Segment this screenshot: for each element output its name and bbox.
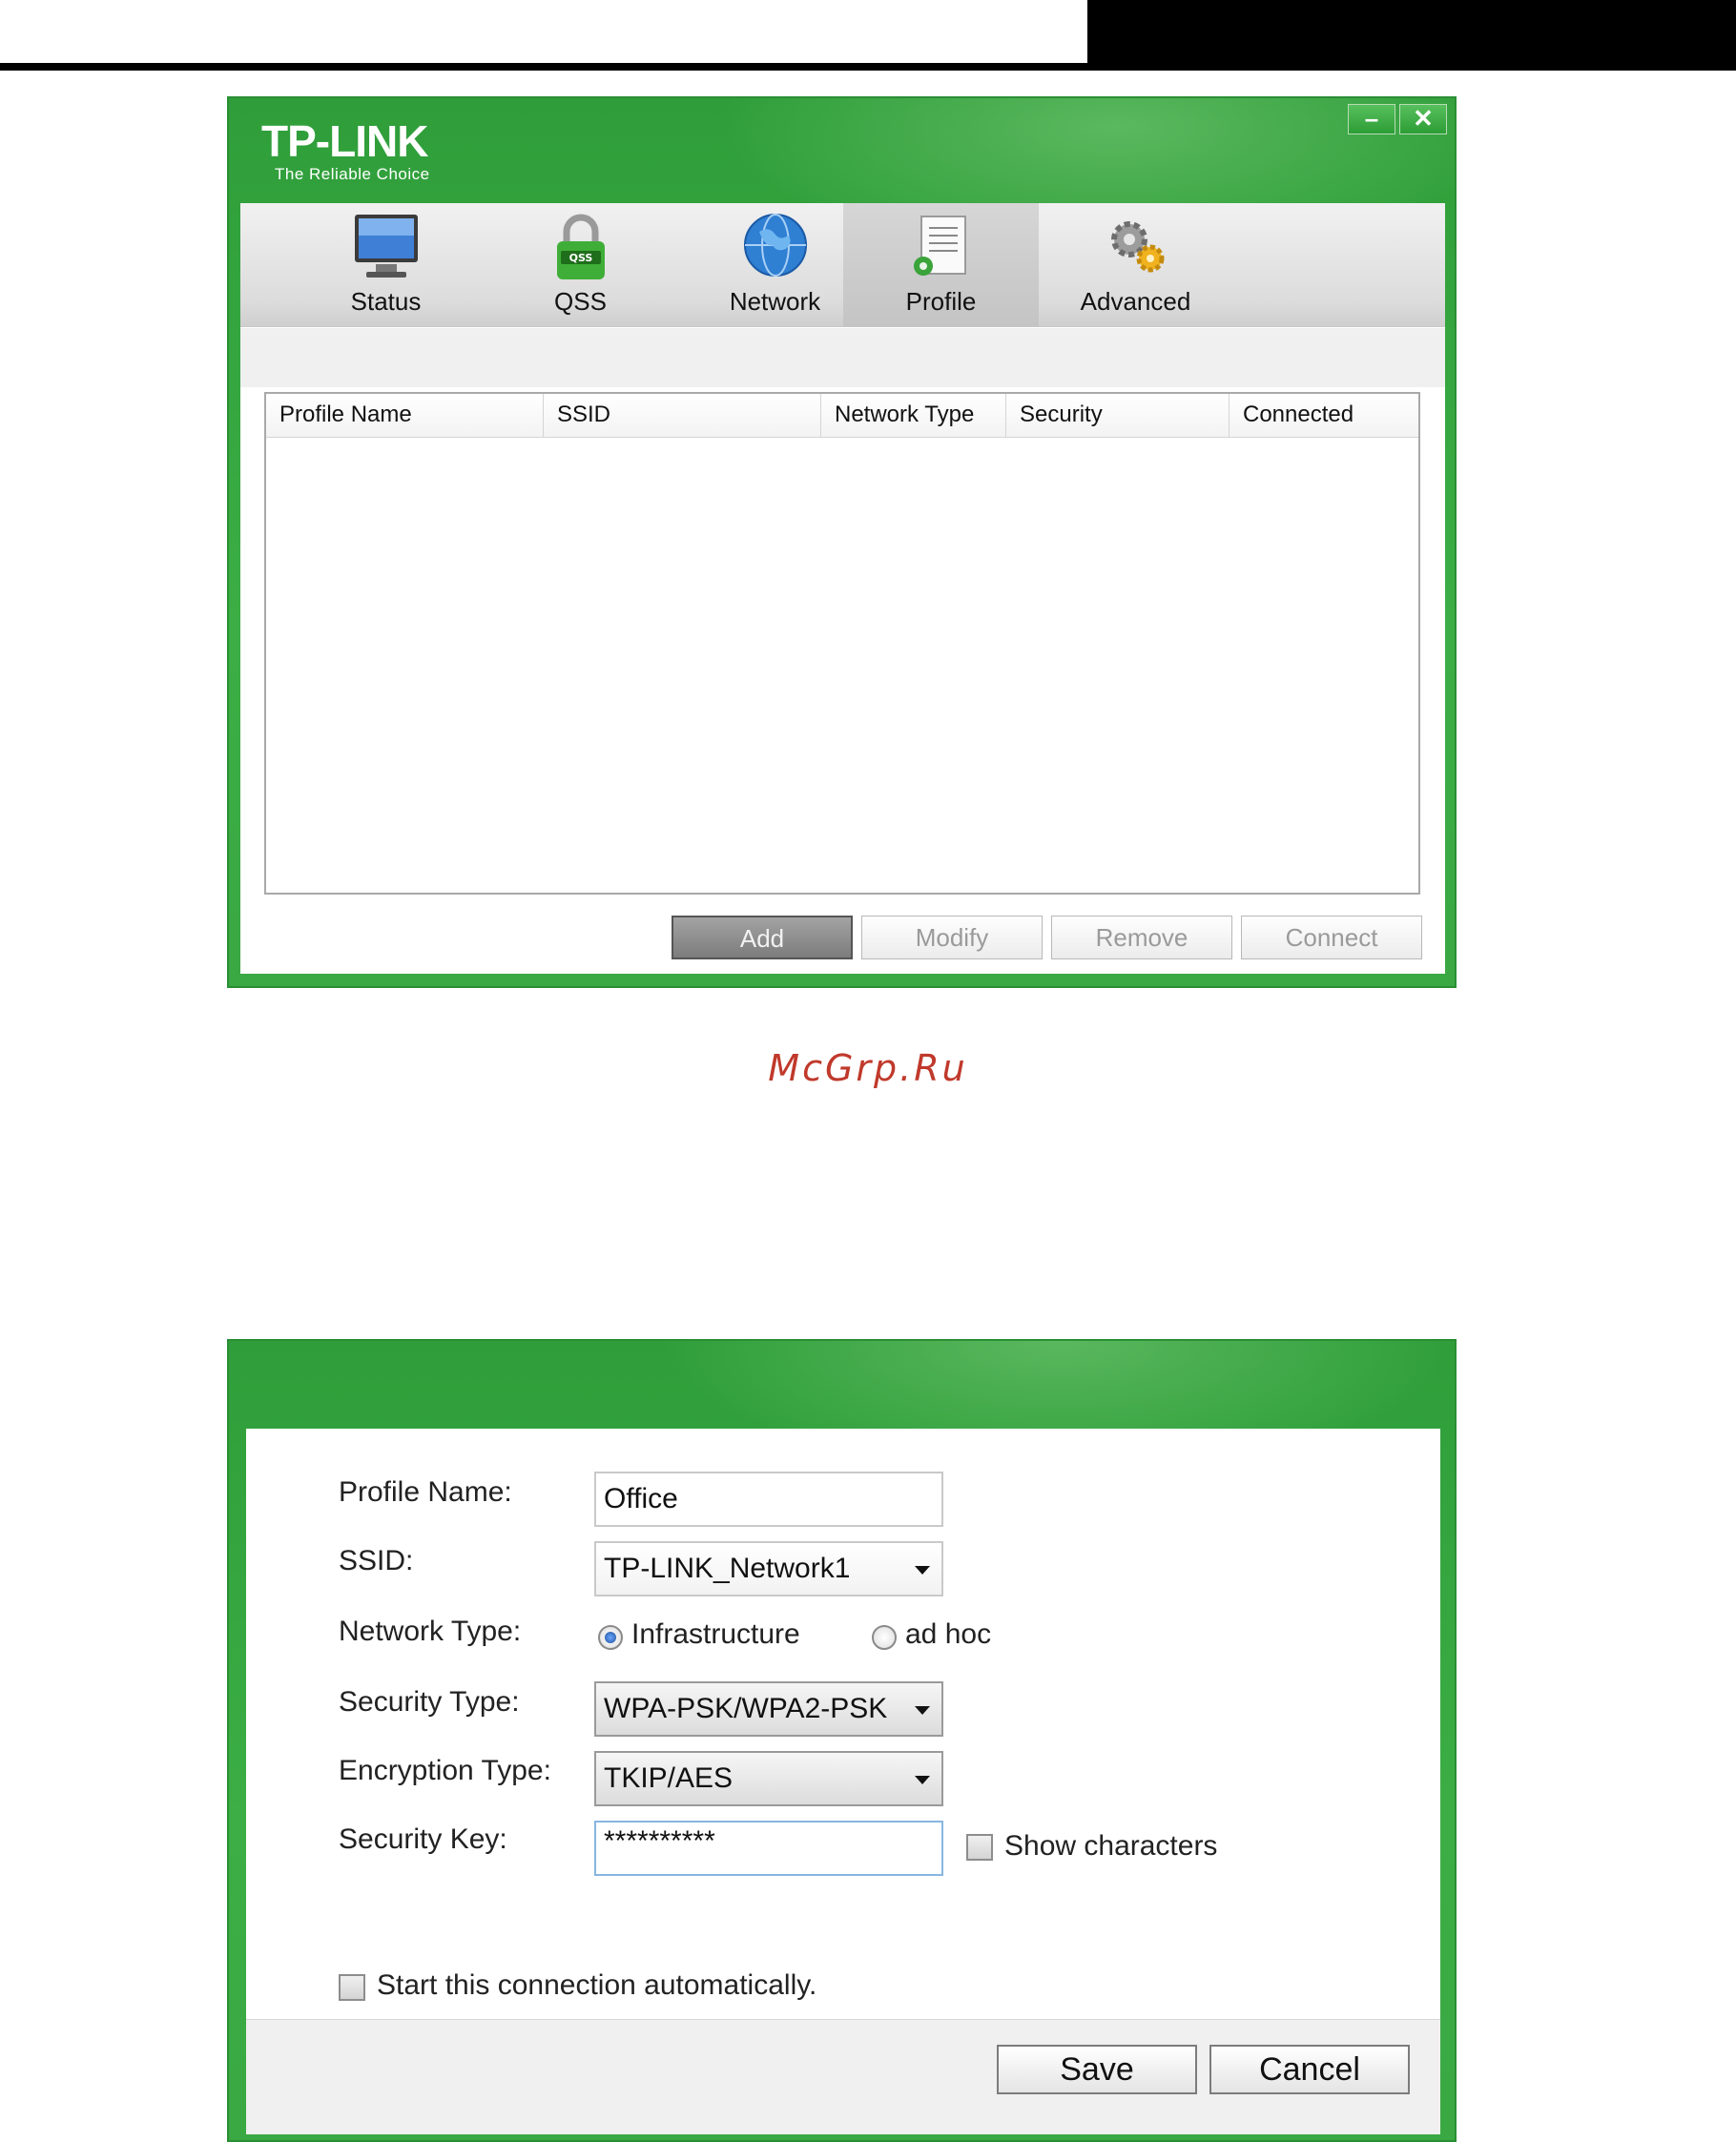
logo-brand: TP-LINK: [261, 116, 428, 166]
connect-button[interactable]: Connect: [1241, 916, 1422, 959]
security-key-label: Security Key:: [339, 1823, 507, 1855]
infrastructure-radio-label[interactable]: Infrastructure: [631, 1618, 800, 1651]
column-header-security[interactable]: Security: [1006, 394, 1230, 438]
column-header-ssid[interactable]: SSID: [544, 394, 821, 438]
page-header-block: [1087, 0, 1736, 71]
logo-tagline: The Reliable Choice: [275, 165, 430, 183]
profile-config-dialog: Profile Name: Office SSID: TP-LINK_Netwo…: [227, 1339, 1457, 2142]
column-header-connected[interactable]: Connected: [1230, 394, 1418, 438]
tab-label: Status: [350, 287, 422, 316]
close-button[interactable]: ✕: [1399, 104, 1447, 134]
add-button[interactable]: Add: [672, 916, 853, 959]
content-header-strip: [240, 328, 1445, 387]
tab-profile[interactable]: Profile: [843, 203, 1039, 327]
tab-qss[interactable]: QSS QSS: [483, 203, 678, 327]
profile-document-icon: [913, 216, 966, 276]
modify-button[interactable]: Modify: [861, 916, 1043, 959]
ssid-label: SSID:: [339, 1545, 414, 1576]
tab-label: Advanced: [1080, 287, 1191, 316]
auto-start-label[interactable]: Start this connection automatically.: [377, 1969, 816, 2002]
adhoc-radio[interactable]: [872, 1625, 897, 1650]
chevron-down-icon[interactable]: [915, 1706, 930, 1715]
tab-advanced[interactable]: Advanced: [1038, 203, 1233, 327]
dialog-body: Profile Name: Office SSID: TP-LINK_Netwo…: [246, 1429, 1440, 2134]
page-header-rule: [0, 63, 1087, 71]
ssid-value: TP-LINK_Network1: [604, 1553, 851, 1584]
tab-label: QSS: [554, 287, 607, 316]
show-characters-label[interactable]: Show characters: [1004, 1830, 1217, 1863]
profile-name-input[interactable]: Office: [594, 1472, 943, 1527]
column-header-network-type[interactable]: Network Type: [821, 394, 1006, 438]
title-bar-swirl: [229, 1341, 1455, 1429]
gears-icon: [1110, 221, 1164, 273]
network-type-label: Network Type:: [339, 1616, 522, 1647]
tab-label: Profile: [905, 287, 977, 316]
qss-lock-icon: QSS: [556, 214, 605, 279]
table-header: Profile Name SSID Network Type Security …: [266, 394, 1418, 438]
save-button[interactable]: Save: [997, 2045, 1197, 2094]
encryption-type-value: TKIP/AES: [604, 1762, 734, 1794]
watermark-text: McGrp.Ru: [768, 1047, 968, 1089]
infrastructure-radio[interactable]: [598, 1625, 623, 1650]
utility-body: Status QSS QSS Network Profile Advanced …: [240, 203, 1445, 974]
encryption-type-select[interactable]: TKIP/AES: [594, 1751, 943, 1806]
tplink-utility-window: TP-LINK The Reliable Choice – ✕ Status Q…: [227, 96, 1457, 988]
security-key-input[interactable]: **********: [594, 1821, 943, 1876]
globe-icon: [743, 214, 807, 277]
ssid-combobox[interactable]: TP-LINK_Network1: [594, 1541, 943, 1596]
tplink-logo: TP-LINK The Reliable Choice: [261, 119, 430, 184]
security-type-value: WPA-PSK/WPA2-PSK: [604, 1693, 888, 1724]
show-characters-checkbox[interactable]: [966, 1834, 993, 1861]
remove-button[interactable]: Remove: [1051, 916, 1232, 959]
profile-list-table[interactable]: Profile Name SSID Network Type Security …: [264, 392, 1420, 895]
cancel-button[interactable]: Cancel: [1209, 2045, 1410, 2094]
chevron-down-icon[interactable]: [915, 1566, 930, 1575]
auto-start-checkbox[interactable]: [339, 1974, 365, 2001]
main-toolbar: Status QSS QSS Network Profile Advanced: [240, 203, 1445, 327]
chevron-down-icon[interactable]: [915, 1776, 930, 1784]
svg-text:QSS: QSS: [568, 252, 592, 264]
adhoc-radio-label[interactable]: ad hoc: [905, 1618, 991, 1651]
encryption-type-label: Encryption Type:: [339, 1755, 551, 1786]
monitor-icon: [354, 215, 418, 278]
profile-name-label: Profile Name:: [339, 1476, 512, 1508]
security-type-select[interactable]: WPA-PSK/WPA2-PSK: [594, 1681, 943, 1737]
window-controls: – ✕: [1348, 104, 1447, 134]
tab-status[interactable]: Status: [288, 203, 484, 327]
minimize-button[interactable]: –: [1348, 104, 1395, 134]
column-header-profile-name[interactable]: Profile Name: [266, 394, 544, 438]
security-type-label: Security Type:: [339, 1686, 520, 1718]
